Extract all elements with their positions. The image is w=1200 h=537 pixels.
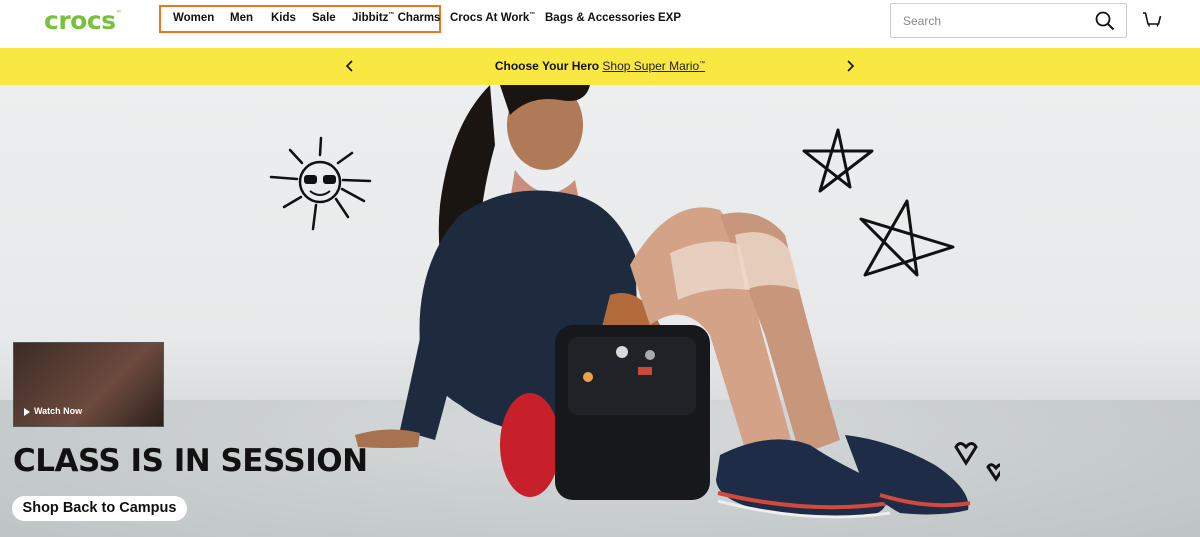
search-icon[interactable] — [1094, 10, 1116, 32]
hero-banner[interactable]: Watch Now CLASS IS IN SESSION Shop Back … — [0, 85, 1200, 537]
shop-back-to-campus-button[interactable]: Shop Back to Campus — [12, 496, 187, 521]
nav-kids[interactable]: Kids — [271, 12, 296, 24]
watch-now-label: Watch Now — [34, 406, 83, 416]
search-box — [890, 3, 1127, 38]
chevron-right-icon[interactable] — [843, 59, 857, 73]
nav-sale[interactable]: Sale — [312, 12, 336, 24]
cart-icon[interactable] — [1141, 8, 1163, 30]
nav-crocs-at-work[interactable]: Crocs At Work™ — [450, 12, 535, 24]
search-input[interactable] — [891, 4, 1086, 37]
crocs-logo[interactable]: crocs™ — [44, 6, 121, 35]
nav-jibbitz-charms[interactable]: Jibbitz™ Charms — [352, 12, 440, 24]
nav-bags-accessories[interactable]: Bags & Accessories — [545, 12, 655, 24]
nav-exp[interactable]: EXP — [658, 12, 681, 24]
model-photo — [355, 85, 1000, 519]
site-header: crocs™ Women Men Kids Sale Jibbitz™ Char… — [0, 0, 1200, 48]
promo-lead: Choose Your Hero — [494, 59, 600, 73]
watch-now-video[interactable]: Watch Now — [13, 342, 164, 427]
hero-headline: CLASS IS IN SESSION — [13, 443, 368, 479]
promo-banner: Choose Your Hero Shop Super Mario™ — [0, 48, 1200, 85]
nav-men[interactable]: Men — [230, 12, 253, 24]
promo-link[interactable]: Shop Super Mario™ — [602, 59, 705, 73]
play-icon — [24, 408, 30, 416]
promo-message: Choose Your Hero Shop Super Mario™ — [0, 59, 1200, 73]
nav-women[interactable]: Women — [173, 12, 214, 24]
